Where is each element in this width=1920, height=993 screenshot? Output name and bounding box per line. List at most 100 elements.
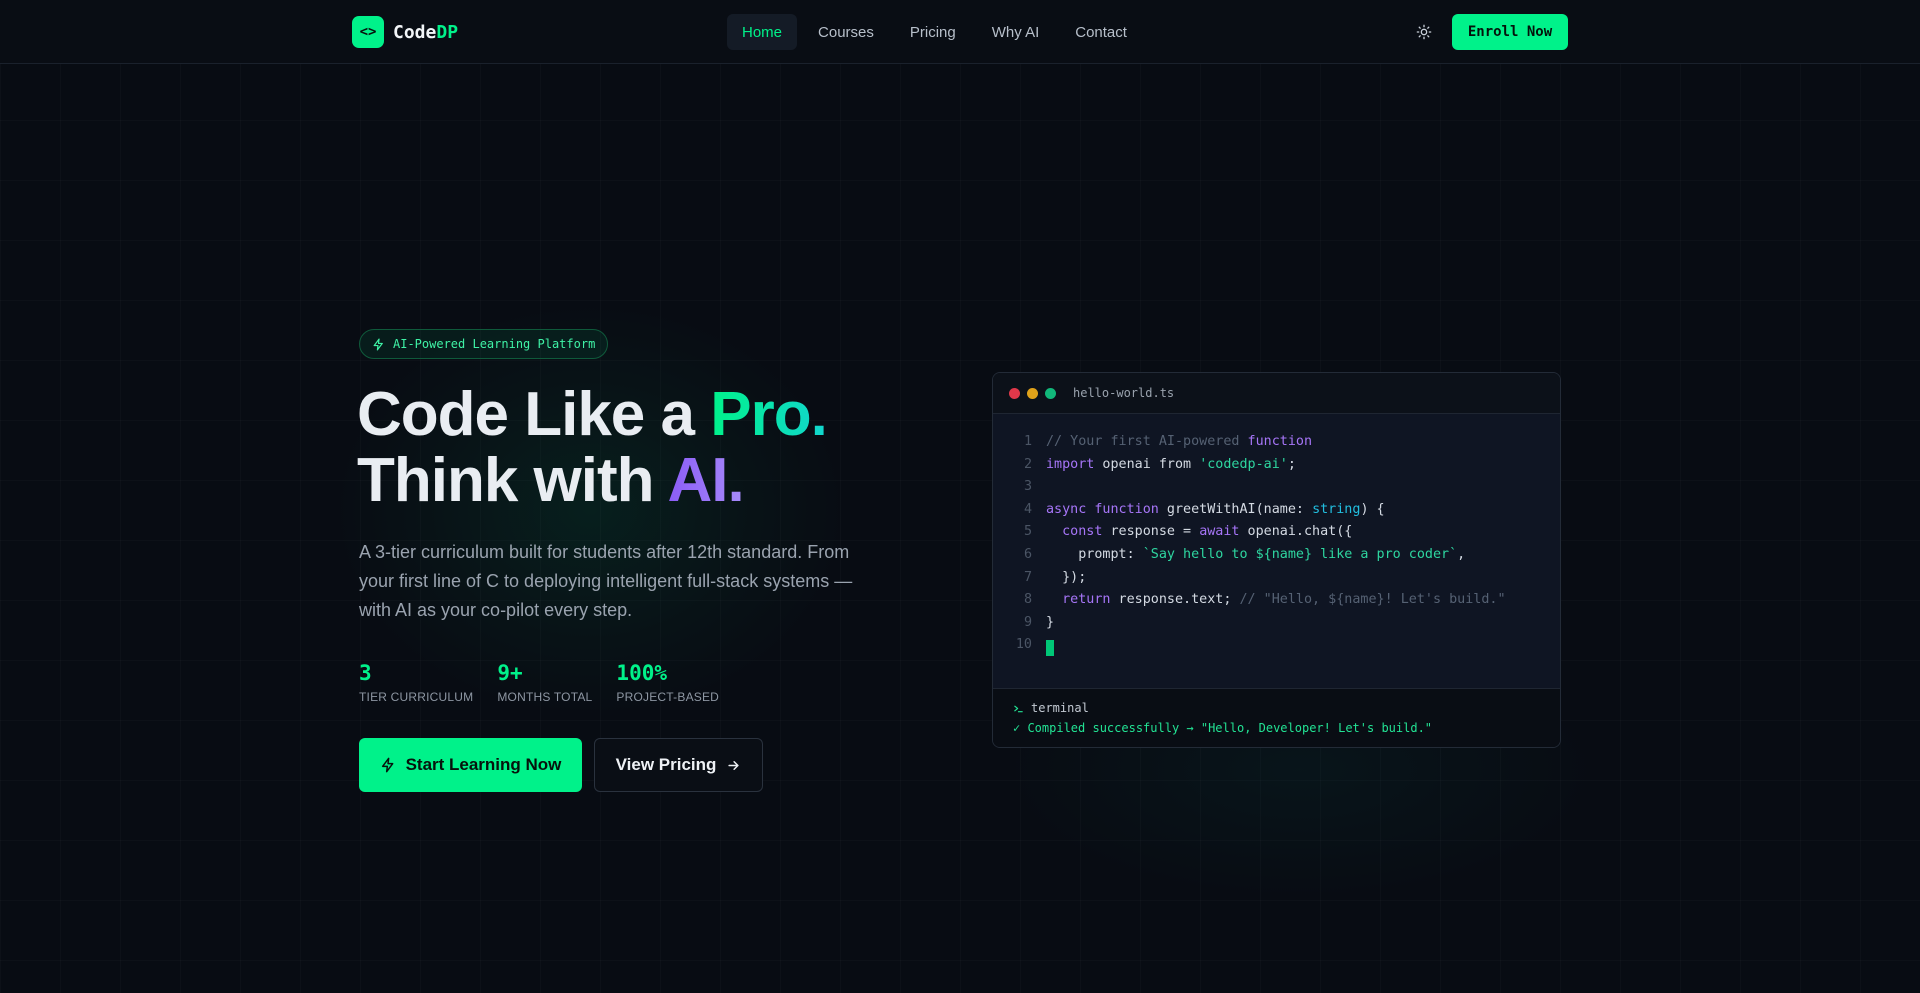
code-editor-header: hello-world.ts (993, 373, 1560, 414)
code-token: string (1312, 501, 1361, 517)
stat-item: 3 TIER CURRICULUM (359, 660, 473, 704)
bolt-icon (373, 337, 383, 351)
code-text: import openai from 'codedp-ai'; (1046, 457, 1296, 480)
code-token: } (1046, 614, 1055, 630)
code-body: 1 // Your first AI-powered function 2 impor… (993, 414, 1560, 688)
code-filename: hello-world.ts (1073, 386, 1175, 400)
logo-text-accent: DP (436, 21, 459, 43)
grid-background (0, 0, 1920, 993)
code-line: 4 async function greetWithAI(name: string… (993, 502, 1560, 525)
line-number: 5 (1023, 524, 1032, 540)
code-text: } (1046, 615, 1054, 638)
code-line: 9} (993, 615, 1560, 638)
code-line: 7 }); (993, 570, 1560, 593)
terminal-output: ✓ Compiled successfully → "Hello, Develo… (1013, 721, 1433, 735)
top-navbar: <> CodeDP Home Courses Pricing Why AI Co… (0, 0, 1920, 64)
code-token: , (1457, 546, 1466, 562)
code-token: // Your first AI-powered (1046, 434, 1248, 449)
stat-item: 9+ MONTHS TOTAL (497, 660, 592, 704)
code-token: }); (1046, 569, 1087, 585)
code-token: return (1062, 592, 1111, 608)
code-text: // Your first AI-powered function (1046, 434, 1312, 457)
code-editor-window: hello-world.ts 1 // Your first AI-powered… (992, 372, 1561, 748)
code-token: await (1199, 524, 1240, 540)
nav-link-courses[interactable]: Courses (803, 14, 889, 50)
view-pricing-button[interactable]: View Pricing (594, 738, 763, 792)
stat-label: PROJECT-BASED (616, 690, 720, 704)
line-number: 4 (1023, 501, 1032, 517)
stat-value: 9+ (497, 661, 523, 685)
window-dot-yellow (1027, 387, 1038, 399)
code-line: 2 import openai from 'codedp-ai'; (993, 457, 1560, 480)
stat-item: 100% PROJECT-BASED (616, 660, 719, 704)
terminal-panel: terminal ✓ Compiled successfully → "Hell… (993, 688, 1560, 747)
nav-links: Home Courses Pricing Why AI Contact (727, 14, 1142, 50)
code-token: response = (1102, 524, 1200, 540)
code-line: 3 (993, 479, 1560, 502)
arrow-right-icon (728, 760, 740, 770)
logo-text: CodeDP (393, 22, 458, 43)
stat-label: MONTHS TOTAL (497, 690, 593, 704)
code-line: 10 (993, 637, 1560, 660)
headline-line1-prefix: Code Like a (357, 380, 711, 449)
code-token: 'codedp-ai' (1199, 456, 1288, 472)
theme-toggle-button[interactable] (1410, 18, 1438, 46)
nav-link-pricing[interactable]: Pricing (895, 14, 971, 50)
code-text: prompt: `Say hello to ${name} like a pro… (1046, 547, 1465, 570)
line-number: 8 (1023, 592, 1032, 608)
line-number: 7 (1023, 569, 1032, 585)
code-token: `Say hello to ${name} like a pro coder` (1142, 546, 1458, 562)
line-number: 3 (1023, 479, 1032, 495)
window-dot-red (1009, 387, 1020, 399)
code-text: }); (1046, 570, 1086, 593)
code-token: openai from (1094, 456, 1200, 472)
logo-text-main: Code (393, 21, 437, 43)
code-token: async function (1046, 501, 1159, 517)
hero-headline: Code Like a Pro. Think with AI. (357, 382, 957, 514)
hero-stats: 3 TIER CURRICULUM 9+ MONTHS TOTAL 100% P… (359, 660, 743, 704)
view-pricing-label: View Pricing (615, 755, 717, 774)
code-text: const response = await openai.chat({ (1046, 524, 1352, 547)
nav-link-why-ai[interactable]: Why AI (977, 14, 1055, 50)
code-line: 5 const response = await openai.chat({ (993, 524, 1560, 547)
code-token: // "Hello, ${name}! Let's build." (1239, 592, 1506, 608)
start-learning-button[interactable]: Start Learning Now (359, 738, 582, 792)
stat-value: 100% (616, 661, 667, 685)
line-number: 9 (1023, 614, 1032, 630)
text-cursor (1046, 640, 1054, 657)
line-number: 2 (1023, 456, 1032, 472)
window-dot-green (1045, 387, 1056, 399)
code-text: return response.text; // "Hello, ${name}… (1046, 592, 1506, 615)
code-token: function (1247, 434, 1313, 449)
headline-line2-prefix: Think with (357, 446, 668, 515)
code-token: const (1062, 524, 1103, 540)
enroll-now-button[interactable]: Enroll Now (1452, 14, 1568, 50)
code-token: greetWithAI(name: (1158, 501, 1313, 517)
logo[interactable]: <> CodeDP (352, 16, 458, 48)
code-line: 8 return response.text; // "Hello, ${nam… (993, 592, 1560, 615)
headline-accent-ai: AI. (667, 446, 744, 515)
code-token: response.text; (1110, 592, 1240, 608)
badge-text: AI-Powered Learning Platform (393, 337, 596, 351)
code-line: 6 prompt: `Say hello to ${name} like a p… (993, 547, 1560, 570)
line-number: 1 (1023, 434, 1032, 449)
terminal-prompt-icon (1014, 705, 1023, 712)
code-token: openai.chat({ (1239, 524, 1353, 540)
bolt-icon (381, 757, 393, 773)
terminal-label: terminal (1031, 701, 1089, 715)
code-text: async function greetWithAI(name: string)… (1046, 502, 1385, 525)
stat-label: TIER CURRICULUM (359, 690, 474, 704)
code-token: ) { (1360, 501, 1385, 517)
code-line: 1 // Your first AI-powered function (993, 434, 1560, 457)
line-number: 10 (1015, 637, 1032, 653)
code-token: ; (1287, 456, 1296, 472)
terminal-header: terminal (1013, 701, 1560, 715)
nav-link-contact[interactable]: Contact (1060, 14, 1142, 50)
code-token: import (1046, 456, 1095, 472)
hero-description: A 3-tier curriculum built for students a… (359, 542, 853, 620)
hero-badge: AI-Powered Learning Platform (359, 329, 609, 359)
nav-link-home[interactable]: Home (727, 14, 798, 50)
code-text (1046, 637, 1054, 660)
